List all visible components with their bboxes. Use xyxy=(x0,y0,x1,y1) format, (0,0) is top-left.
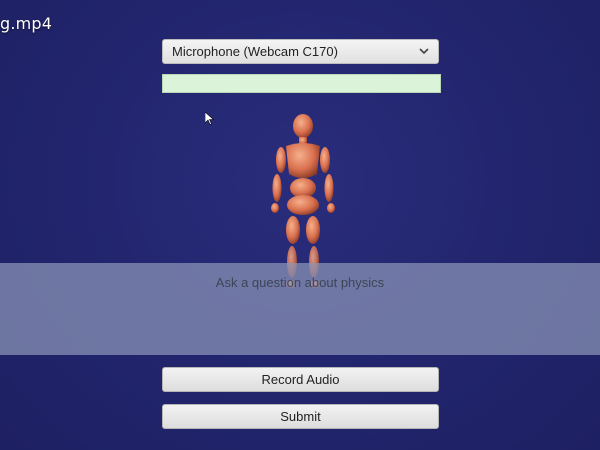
microphone-selected-label: Microphone (Webcam C170) xyxy=(172,44,338,59)
video-title: g.mp4 xyxy=(0,14,53,33)
chevron-down-icon xyxy=(419,48,429,55)
microphone-dropdown[interactable]: Microphone (Webcam C170) xyxy=(162,39,439,64)
mouse-cursor-icon xyxy=(205,112,214,125)
record-audio-button[interactable]: Record Audio xyxy=(162,367,439,392)
audio-level-bar xyxy=(162,74,441,93)
question-placeholder: Ask a question about physics xyxy=(215,275,385,290)
question-input[interactable]: Ask a question about physics xyxy=(0,263,600,355)
submit-button[interactable]: Submit xyxy=(162,404,439,429)
